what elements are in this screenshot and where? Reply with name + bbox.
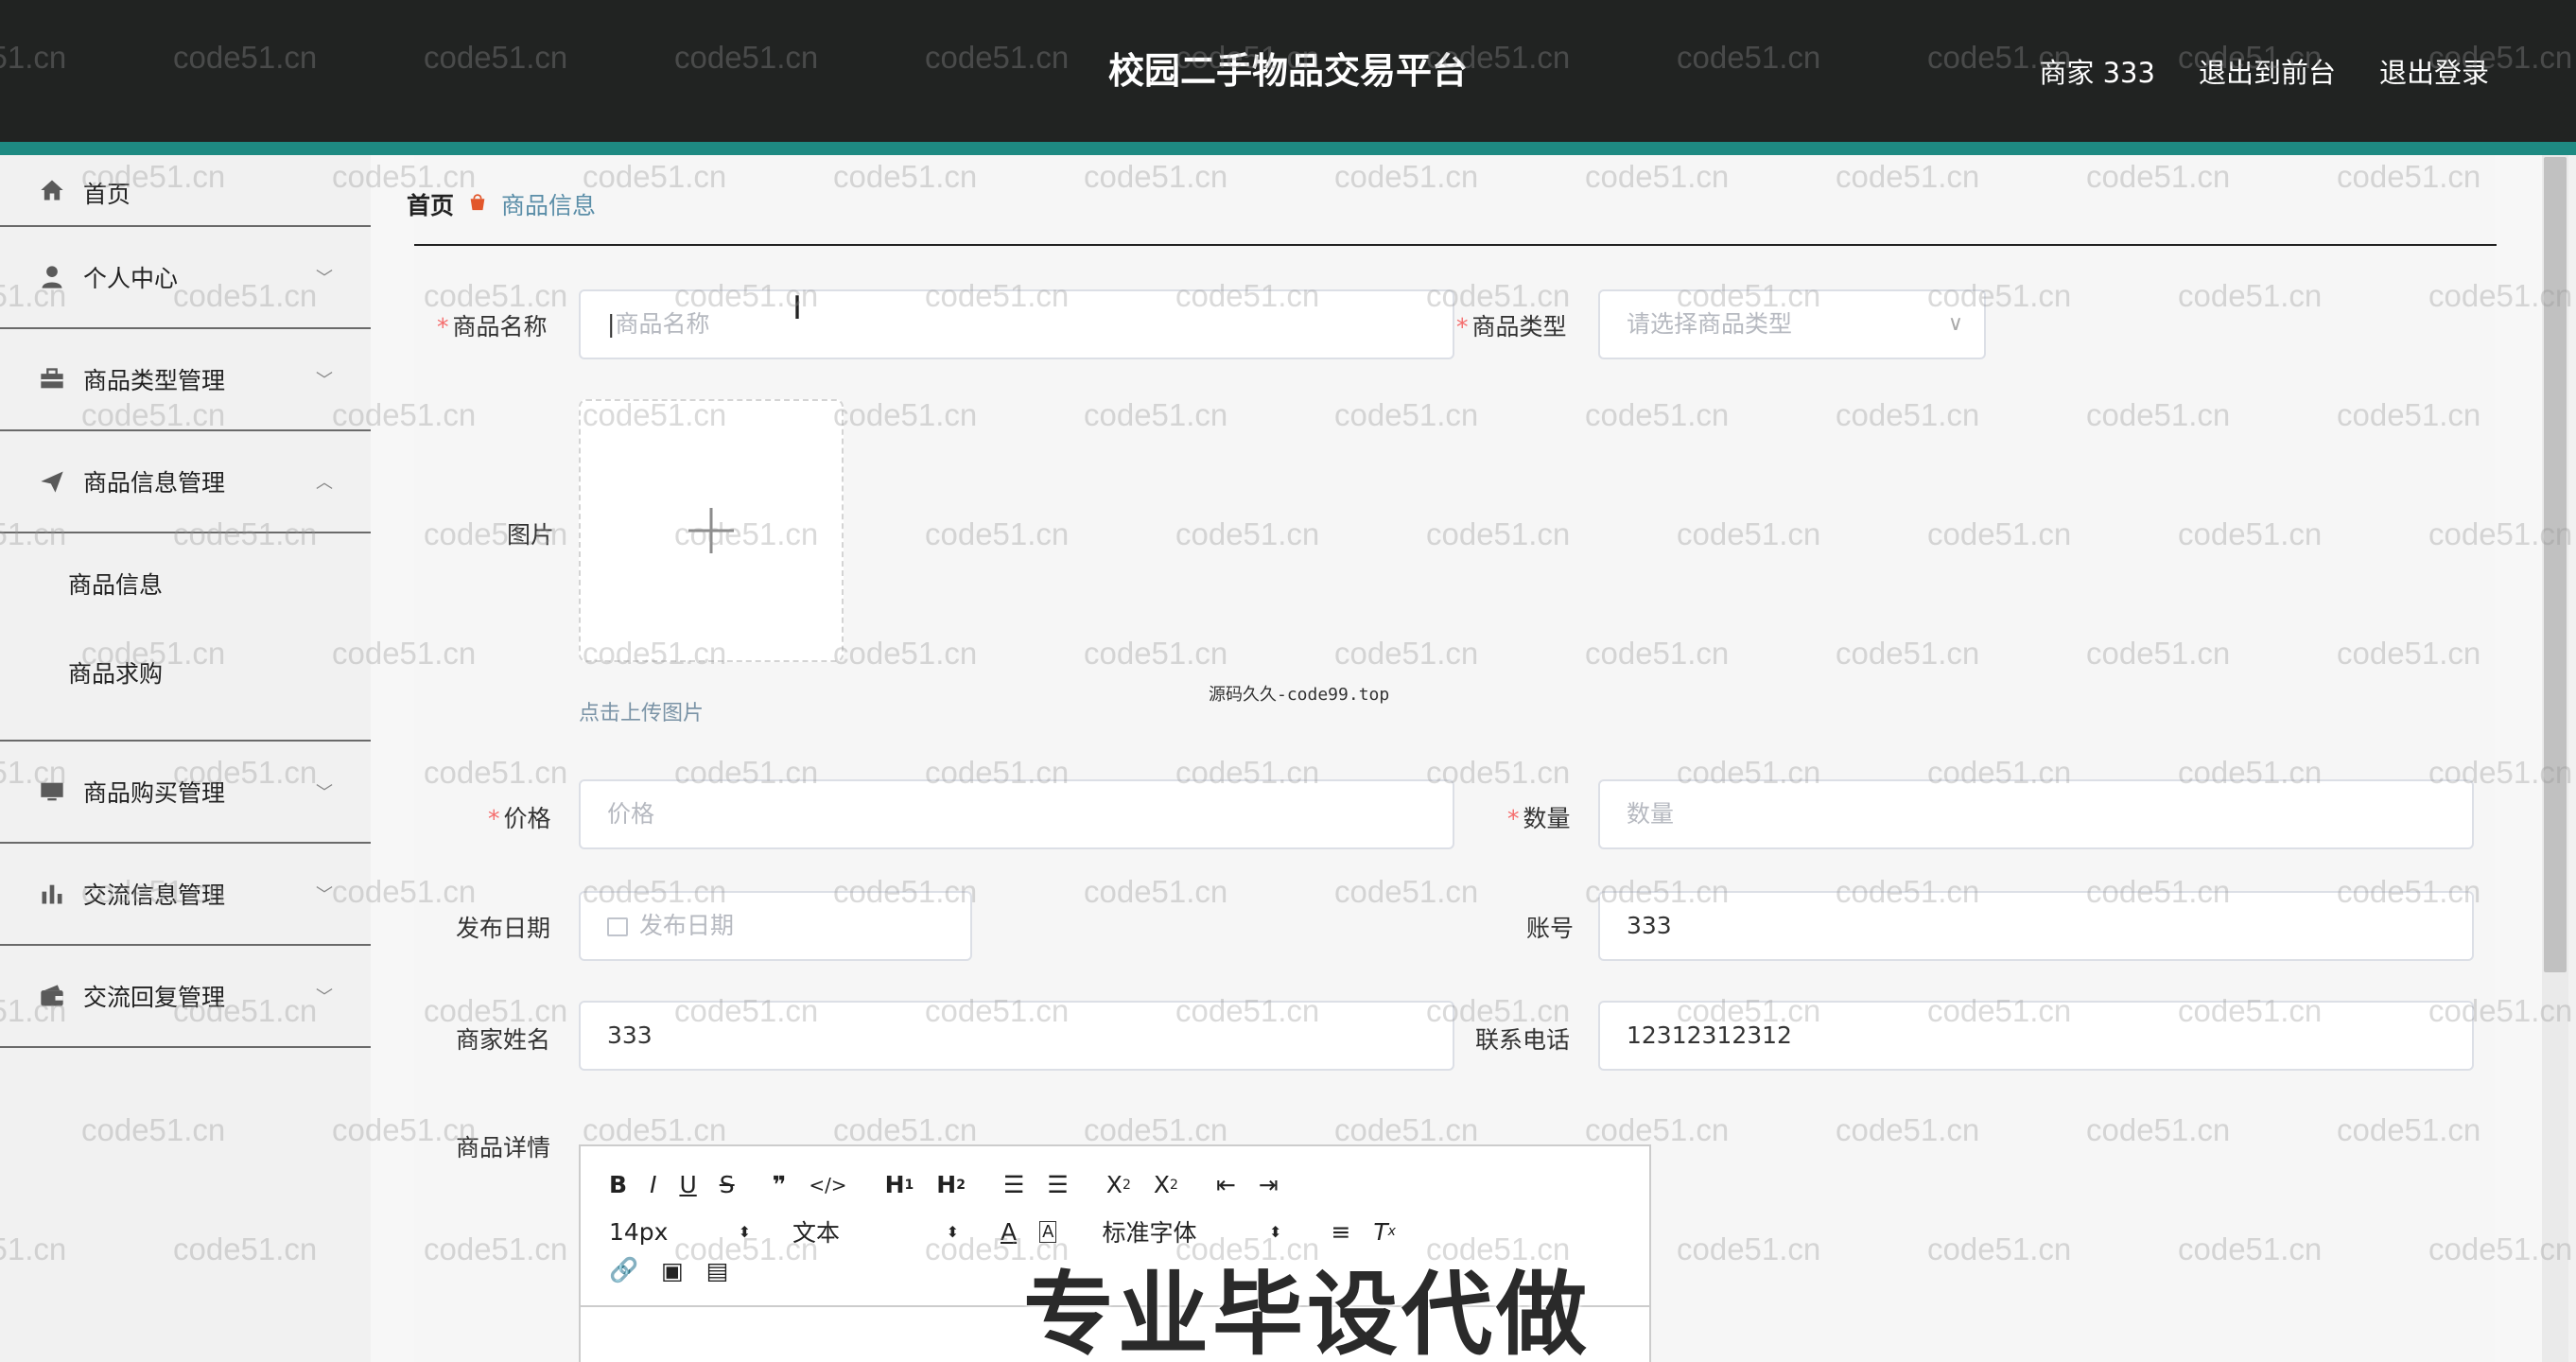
goods-name-input[interactable]: |商品名称 xyxy=(579,289,1454,359)
required-mark: * xyxy=(1456,313,1469,340)
italic-icon[interactable]: I xyxy=(650,1171,656,1198)
outdent-icon[interactable]: ⇤ xyxy=(1216,1171,1236,1198)
send-icon xyxy=(38,467,66,496)
merchant-name-field[interactable]: 333 xyxy=(579,1001,1454,1071)
sidebar-item-purchase-manage[interactable]: 商品购买管理 ﹀ xyxy=(0,742,371,844)
sidebar-item-label: 交流信息管理 xyxy=(83,882,226,909)
upload-tip: 点击上传图片 xyxy=(579,702,705,725)
code-icon[interactable]: </> xyxy=(809,1174,846,1196)
back-to-front-link[interactable]: 退出到前台 xyxy=(2199,51,2336,91)
font-color-icon[interactable]: A xyxy=(1001,1218,1017,1246)
logout-link[interactable]: 退出登录 xyxy=(2379,51,2489,91)
bold-icon[interactable]: B xyxy=(609,1171,627,1198)
goods-submenu: 商品信息 商品求购 xyxy=(0,533,371,742)
sidebar-item-home[interactable]: 首页 xyxy=(0,155,371,227)
account-field[interactable]: 333 xyxy=(1598,891,2474,961)
quote-icon[interactable]: ❞ xyxy=(773,1171,787,1198)
sidebar-item-label: 首页 xyxy=(83,181,131,208)
goods-type-select[interactable]: 请选择商品类型 ∨ xyxy=(1598,289,1986,359)
bar-chart-icon xyxy=(38,880,66,908)
monitor-icon xyxy=(38,777,66,806)
phone-label: 联系电话 xyxy=(1475,1026,1571,1054)
detail-label: 商品详情 xyxy=(456,1134,551,1161)
sidebar-item-label: 商品购买管理 xyxy=(83,779,226,807)
chevron-down-icon: ﹀ xyxy=(316,269,333,288)
sidebar-item-label: 个人中心 xyxy=(83,265,179,292)
user-icon xyxy=(38,263,66,291)
heading1-icon[interactable]: H1 xyxy=(885,1171,914,1198)
sidebar: 首页 个人中心 ﹀ 商品类型管理 ﹀ 商品信息管理 ︿ 商品信息 商品求购 商品… xyxy=(0,155,371,1362)
sidebar-item-personal-center[interactable]: 个人中心 ﹀ xyxy=(0,227,371,329)
image-upload[interactable] xyxy=(579,399,844,662)
header-accent-bar xyxy=(0,142,2576,155)
type-label: * 商品类型 xyxy=(1456,313,1567,340)
current-user-label[interactable]: 商家 333 xyxy=(2039,51,2155,91)
sidebar-item-label: 商品信息管理 xyxy=(83,469,226,497)
price-input[interactable]: 价格 xyxy=(579,779,1454,849)
underline-icon[interactable]: U xyxy=(679,1171,696,1198)
phone-field[interactable]: 12312312312 xyxy=(1598,1001,2474,1071)
center-note: 源码久久-code99.top xyxy=(1209,685,1390,705)
chevron-down-icon: ﹀ xyxy=(316,987,333,1007)
link-icon[interactable]: 🔗 xyxy=(609,1256,638,1284)
date-label: 发布日期 xyxy=(456,915,551,942)
breadcrumb-current: 商品信息 xyxy=(501,192,597,219)
required-mark: * xyxy=(488,805,500,832)
sidebar-item-message-manage[interactable]: 交流信息管理 ﹀ xyxy=(0,844,371,946)
required-mark: * xyxy=(437,313,449,340)
sidebar-item-category-manage[interactable]: 商品类型管理 ﹀ xyxy=(0,329,371,431)
scrollbar-thumb[interactable] xyxy=(2544,157,2567,972)
submenu-item-goods-request[interactable]: 商品求购 xyxy=(0,630,371,719)
sidebar-item-reply-manage[interactable]: 交流回复管理 ﹀ xyxy=(0,946,371,1048)
quantity-input[interactable]: 数量 xyxy=(1598,779,2474,849)
chevron-up-icon: ︿ xyxy=(316,473,333,493)
text-cursor-icon: I xyxy=(792,289,803,327)
name-label: * 商品名称 xyxy=(437,313,548,340)
calendar-icon xyxy=(607,917,628,936)
image-label: 图片 xyxy=(507,521,555,549)
sidebar-item-label: 交流回复管理 xyxy=(83,984,226,1011)
font-size-select[interactable]: 14px ⬍ xyxy=(609,1218,751,1246)
account-label: 账号 xyxy=(1526,915,1575,942)
background-color-icon[interactable]: A xyxy=(1039,1220,1057,1243)
text-style-select[interactable]: 文本 ⬍ xyxy=(792,1214,959,1248)
superscript-icon[interactable]: X2 xyxy=(1154,1171,1178,1198)
chevron-down-icon: ﹀ xyxy=(316,371,333,391)
sidebar-item-goods-manage[interactable]: 商品信息管理 ︿ xyxy=(0,431,371,533)
breadcrumb-home[interactable]: 首页 xyxy=(407,187,454,221)
strike-icon[interactable]: S xyxy=(720,1171,735,1198)
required-mark: * xyxy=(1507,805,1520,832)
image-icon[interactable]: ▣ xyxy=(661,1257,684,1284)
indent-icon[interactable]: ⇥ xyxy=(1259,1171,1279,1198)
publish-date-picker[interactable]: 发布日期 xyxy=(579,891,972,961)
quantity-label: * 数量 xyxy=(1507,805,1571,832)
breadcrumb: 首页 商品信息 xyxy=(407,187,596,221)
merchant-name-label: 商家姓名 xyxy=(456,1026,551,1054)
chevron-down-icon: ∨ xyxy=(1947,312,1963,336)
sidebar-item-label: 商品类型管理 xyxy=(83,367,226,394)
submenu-item-goods-info[interactable]: 商品信息 xyxy=(0,541,371,630)
briefcase-icon xyxy=(38,365,66,393)
breadcrumb-separator-icon xyxy=(467,191,488,218)
chevron-down-icon: ﹀ xyxy=(316,783,333,803)
editor-toolbar-row-1: B I U S ❞ </> H1 H2 ☰ ☰ X2 X2 ⇤ ⇥ xyxy=(609,1171,1301,1198)
overlay-banner: 专业毕设代做 xyxy=(1023,1262,1591,1362)
ordered-list-icon[interactable]: ☰ xyxy=(1003,1171,1024,1198)
chevron-down-icon: ﹀ xyxy=(316,885,333,905)
plus-icon xyxy=(688,508,734,553)
breadcrumb-divider xyxy=(414,244,2497,246)
video-icon[interactable]: ▤ xyxy=(706,1257,729,1284)
header-links: 商家 333 退出到前台 退出登录 xyxy=(2039,0,2489,142)
subscript-icon[interactable]: X2 xyxy=(1106,1171,1131,1198)
bullet-list-icon[interactable]: ☰ xyxy=(1047,1171,1068,1198)
wallet-icon xyxy=(38,982,66,1010)
price-label: * 价格 xyxy=(488,805,551,832)
home-icon xyxy=(38,176,66,204)
editor-toolbar-row-3: 🔗 ▣ ▤ xyxy=(609,1256,751,1284)
heading2-icon[interactable]: H2 xyxy=(936,1171,966,1198)
